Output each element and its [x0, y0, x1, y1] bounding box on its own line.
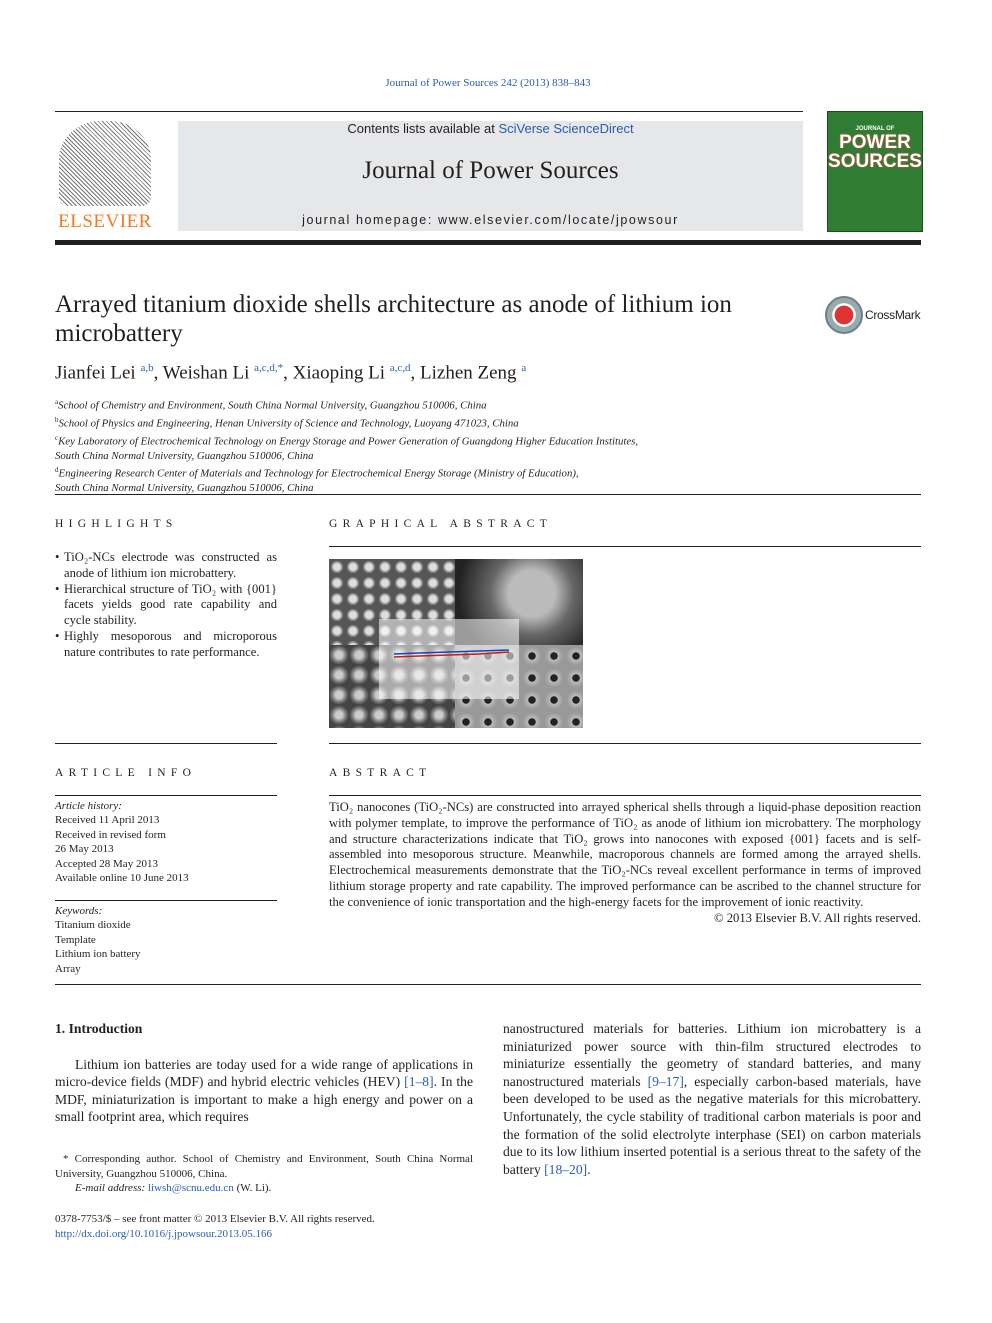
citation-link[interactable]: [18–20]	[544, 1162, 587, 1177]
journal-reference[interactable]: Journal of Power Sources 242 (2013) 838–…	[0, 77, 976, 89]
history-item: Received 11 April 2013	[55, 814, 160, 827]
author-sup[interactable]: a,c,d,*	[254, 362, 283, 374]
affiliation: bSchool of Physics and Engineering, Hena…	[55, 413, 638, 431]
publisher-name: ELSEVIER	[58, 211, 152, 232]
divider	[55, 795, 277, 796]
divider	[55, 900, 277, 901]
history-item: Received in revised form	[55, 828, 166, 841]
journal-cover: JOURNAL OF POWER SOURCES	[827, 111, 923, 232]
journal-header: Contents lists available at SciVerse Sci…	[178, 121, 803, 231]
journal-reference-link[interactable]: Journal of Power Sources 242 (2013) 838–…	[385, 77, 590, 89]
text: .	[587, 1161, 591, 1177]
graphical-abstract-heading: GRAPHICAL ABSTRACT	[329, 518, 553, 530]
highlight-item: Hierarchical structure of TiO₂ with {001…	[55, 582, 277, 629]
journal-title: Journal of Power Sources	[362, 157, 619, 184]
divider	[329, 795, 921, 796]
divider	[55, 494, 921, 495]
front-matter: 0378-7753/$ – see front matter © 2013 El…	[55, 1212, 375, 1241]
author: Jianfei Lei	[55, 362, 136, 384]
affiliation: dEngineering Research Center of Material…	[55, 463, 638, 495]
affil-text: School of Chemistry and Environment, Sou…	[58, 399, 487, 412]
intro-right-column: nanostructured materials for batteries. …	[503, 1020, 921, 1178]
history-item: Available online 10 June 2013	[55, 872, 189, 885]
intro-paragraph: Lithium ion batteries are today used for…	[55, 1056, 473, 1126]
sciencedirect-link[interactable]: SciVerse ScienceDirect	[498, 121, 633, 136]
divider	[329, 546, 921, 547]
divider	[55, 984, 921, 985]
affil-text: South China Normal University, Guangzhou…	[55, 482, 314, 495]
author: Weishan Li	[162, 362, 250, 384]
front-matter-text: 0378-7753/$ – see front matter © 2013 El…	[55, 1213, 375, 1225]
article-title: Arrayed titanium dioxide shells architec…	[55, 291, 732, 347]
graphical-abstract-image	[329, 559, 583, 728]
highlight-item: Highly mesoporous and microporous nature…	[55, 629, 277, 661]
highlights-list: TiO₂-NCs electrode was constructed as an…	[55, 550, 277, 661]
history-item: 26 May 2013	[55, 843, 114, 856]
crossmark-label: CrossMark	[865, 308, 921, 322]
affiliation: cKey Laboratory of Electrochemical Techn…	[55, 431, 638, 463]
text: (W. Li).	[233, 1182, 272, 1195]
divider	[55, 743, 277, 744]
section-heading: 1. Introduction	[55, 1021, 143, 1036]
affil-text: Engineering Research Center of Materials…	[58, 468, 579, 480]
author-list: Jianfei Lei a,b, Weishan Li a,c,d,*, Xia…	[55, 362, 527, 384]
contents-prefix: Contents lists available at	[347, 121, 499, 136]
highlights-heading: HIGHLIGHTS	[55, 518, 178, 530]
keyword: Lithium ion battery	[55, 948, 141, 961]
history-label: Article history:	[55, 800, 122, 812]
affil-text: School of Physics and Engineering, Henan…	[58, 417, 519, 430]
citation-link[interactable]: [9–17]	[648, 1074, 684, 1089]
affil-text: South China Normal University, Guangzhou…	[55, 450, 314, 462]
author: Lizhen Zeng	[420, 362, 517, 384]
affiliations: aSchool of Chemistry and Environment, So…	[55, 395, 638, 496]
history-item: Accepted 28 May 2013	[55, 857, 158, 870]
abstract-body: TiO₂ nanocones (TiO₂-NCs) are constructe…	[329, 800, 921, 926]
article-history: Article history: Received 11 April 2013 …	[55, 799, 189, 885]
elsevier-logo: ELSEVIER	[55, 121, 155, 233]
crossmark-button[interactable]: CrossMark	[825, 296, 925, 334]
highlight-item: TiO₂-NCs electrode was constructed as an…	[55, 550, 277, 582]
article-info-heading: ARTICLE INFO	[55, 767, 197, 779]
keyword: Template	[55, 933, 96, 946]
keyword: Array	[55, 962, 81, 975]
journal-homepage: journal homepage: www.elsevier.com/locat…	[178, 213, 803, 227]
corresponding-author-note: * Corresponding author. School of Chemis…	[55, 1153, 473, 1180]
affil-text: Key Laboratory of Electrochemical Techno…	[58, 435, 639, 448]
homepage-url[interactable]: www.elsevier.com/locate/jpowsour	[438, 213, 679, 227]
author-sup[interactable]: a,c,d	[390, 362, 411, 374]
intro-left-column: 1. Introduction Lithium ion batteries ar…	[55, 1020, 473, 1126]
email-label: E-mail address:	[75, 1182, 148, 1195]
abstract-text: TiO₂ nanocones (TiO₂-NCs) are constructe…	[329, 800, 921, 909]
doi-link[interactable]: http://dx.doi.org/10.1016/j.jpowsour.201…	[55, 1228, 272, 1240]
article-page: { "journal_ref":"Journal of Power Source…	[0, 0, 992, 1323]
divider	[55, 111, 803, 112]
affiliation: aSchool of Chemistry and Environment, So…	[55, 395, 638, 413]
citation-link[interactable]: [1–8]	[404, 1074, 433, 1089]
abstract-copyright: © 2013 Elsevier B.V. All rights reserved…	[714, 910, 921, 925]
divider	[329, 743, 921, 744]
abstract-heading: ABSTRACT	[329, 767, 432, 779]
contents-line: Contents lists available at SciVerse Sci…	[178, 121, 803, 136]
email-link[interactable]: liwsh@scnu.edu.cn	[148, 1182, 234, 1194]
homepage-label: journal homepage:	[302, 213, 438, 227]
author-sup[interactable]: a	[521, 362, 526, 374]
author-sup[interactable]: a,b	[140, 362, 153, 374]
capacity-plot-inset	[379, 619, 519, 699]
cover-title: POWER SOURCES	[828, 132, 922, 172]
tree-icon	[59, 121, 151, 206]
crossmark-icon	[825, 296, 863, 334]
keywords: Keywords: Titanium dioxide Template Lith…	[55, 904, 141, 976]
thick-divider	[55, 240, 921, 245]
keywords-label: Keywords:	[55, 905, 103, 917]
footnote: * Corresponding author. School of Chemis…	[55, 1152, 473, 1196]
author: Xiaoping Li	[292, 362, 385, 384]
keyword: Titanium dioxide	[55, 919, 131, 932]
